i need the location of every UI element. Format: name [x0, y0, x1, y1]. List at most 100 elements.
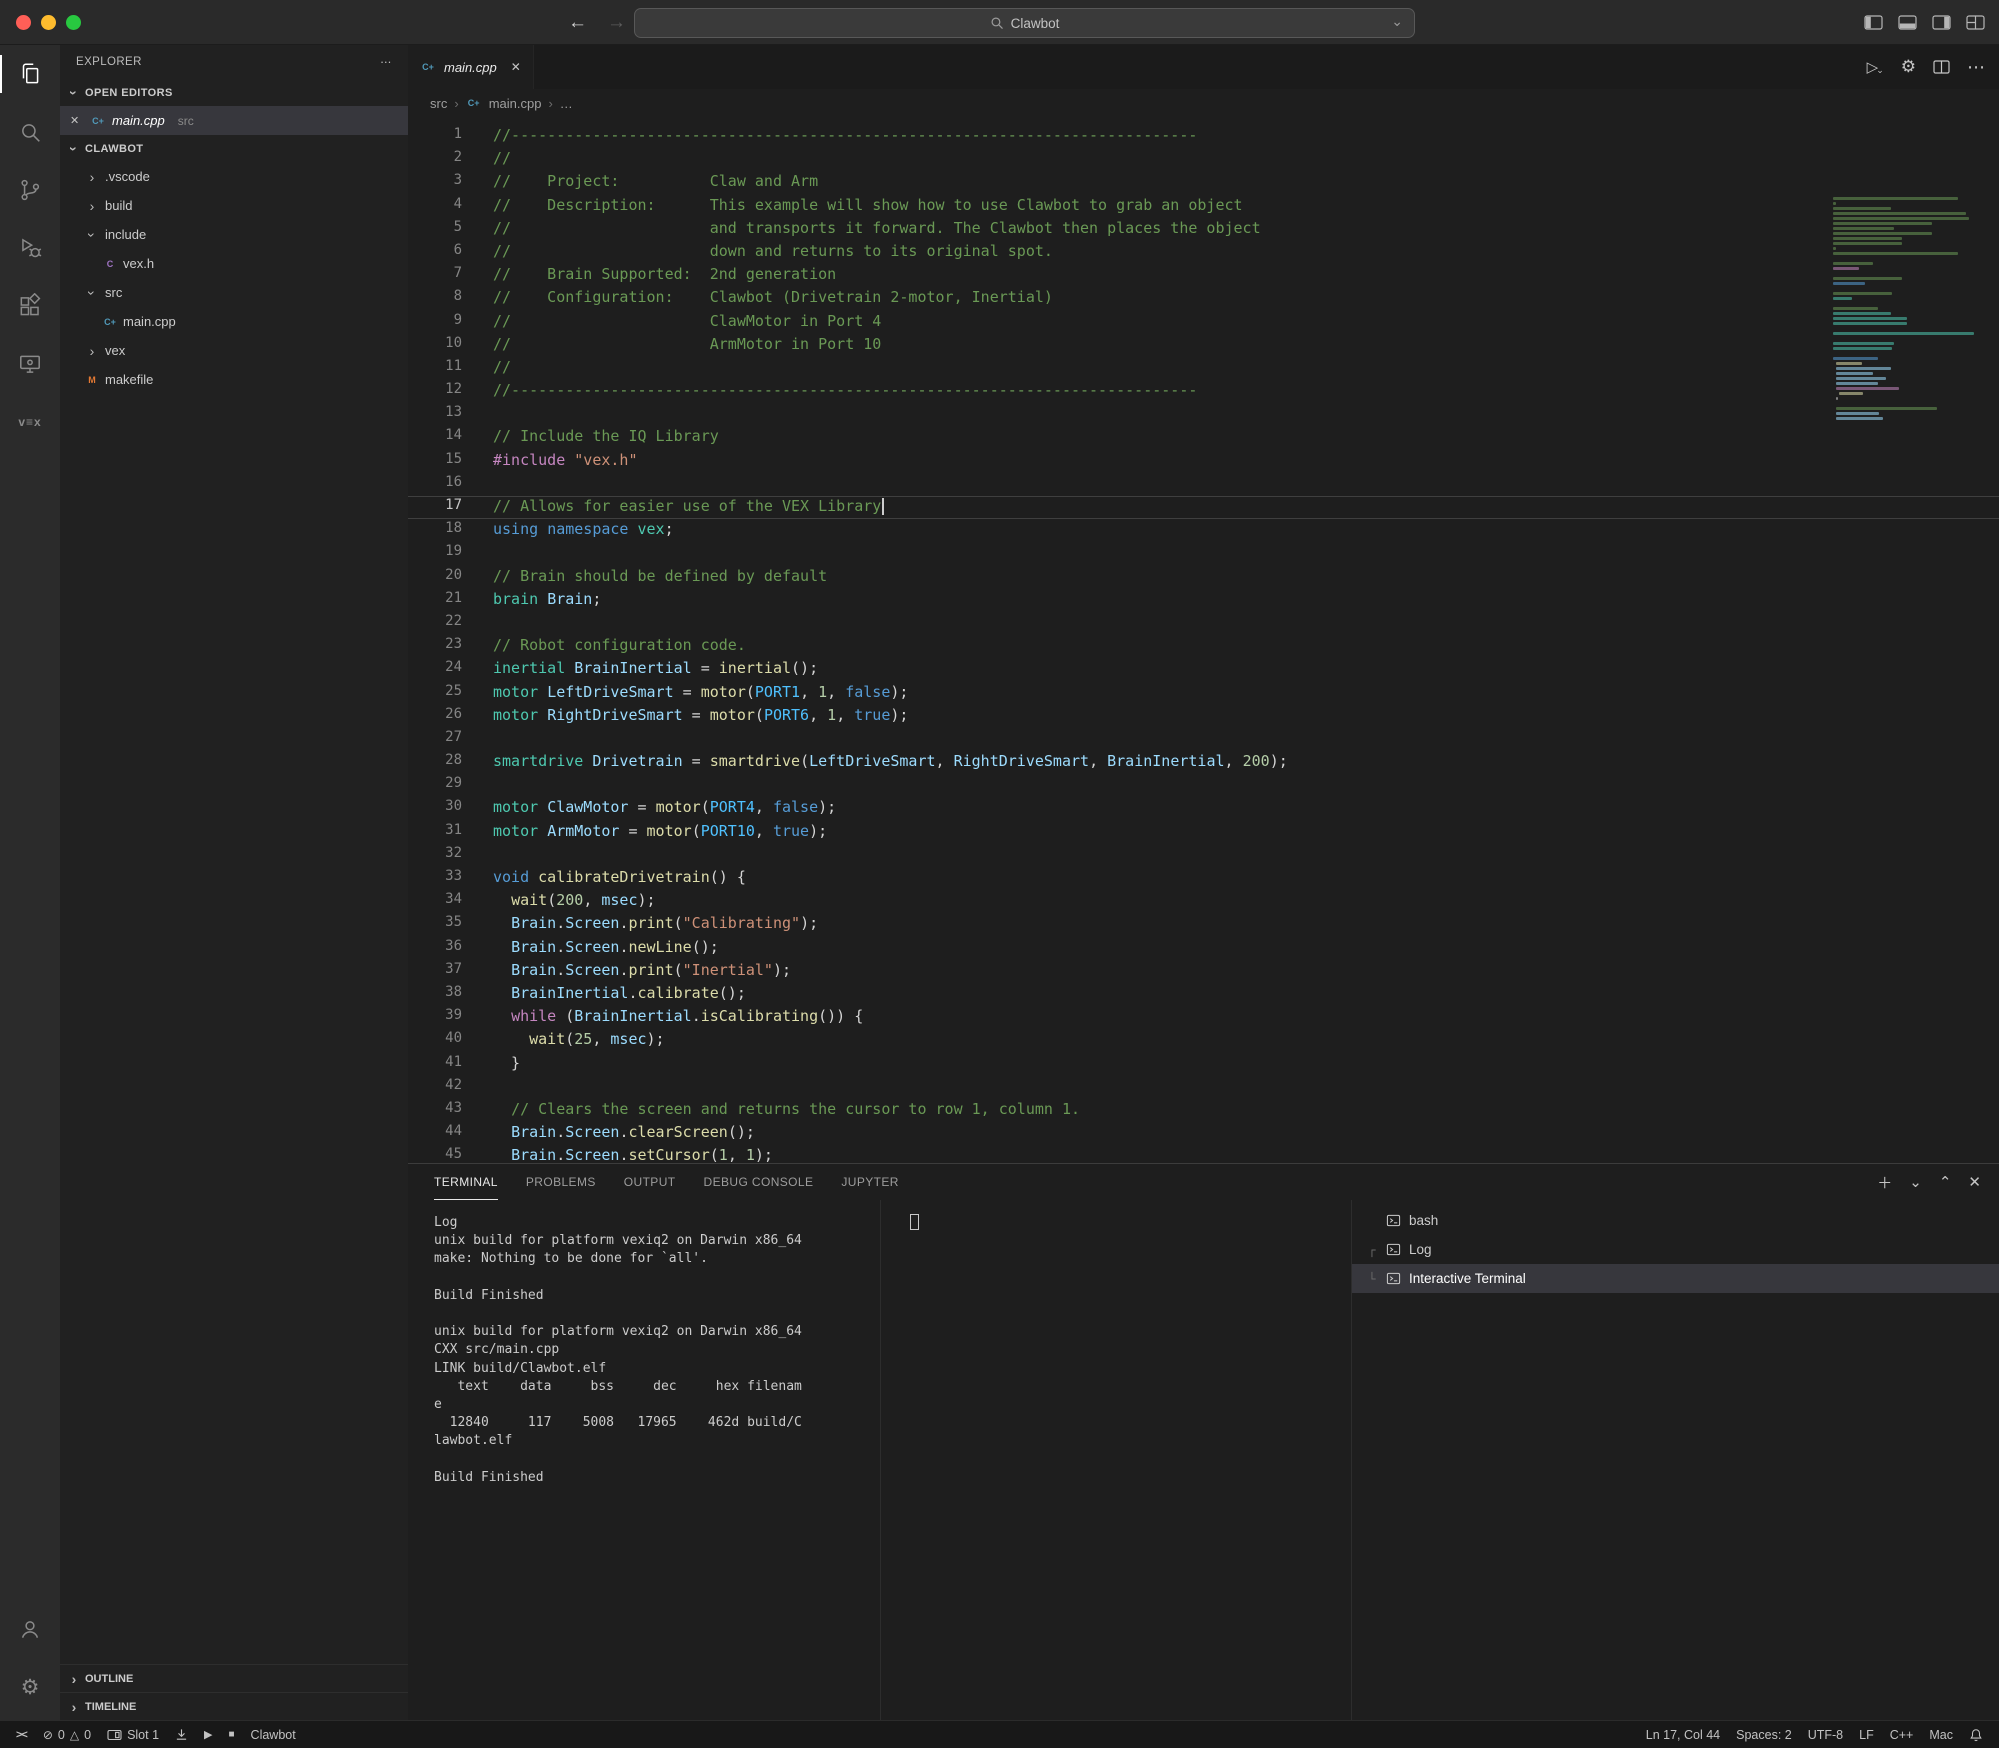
code-line[interactable]: 30 motor ClawMotor = motor(PORT4, false);	[408, 797, 1999, 820]
line-number[interactable]: 13	[408, 404, 462, 425]
stop-button[interactable]: ■	[221, 1721, 243, 1748]
line-number[interactable]: 18	[408, 520, 462, 541]
minimap[interactable]	[1833, 197, 1993, 422]
line-number[interactable]: 4	[408, 196, 462, 217]
code-editor[interactable]: 1 //-------------------------------------…	[408, 117, 1999, 1163]
code-line[interactable]: 41 }	[408, 1053, 1999, 1076]
maximize-panel-icon[interactable]: ⌃	[1939, 1173, 1952, 1191]
code-line[interactable]: 27	[408, 728, 1999, 751]
gear-icon[interactable]: ⚙	[1901, 57, 1916, 77]
tree-item-vscode[interactable]: › .vscode	[60, 162, 408, 191]
line-number[interactable]: 28	[408, 752, 462, 773]
code-line[interactable]: 15 #include "vex.h"	[408, 450, 1999, 473]
chevron-down-icon[interactable]: ⌄	[1391, 13, 1403, 30]
line-number[interactable]: 19	[408, 543, 462, 564]
line-number[interactable]: 15	[408, 451, 462, 472]
minimize-window-button[interactable]	[41, 15, 56, 30]
tab-main-cpp[interactable]: C+ main.cpp ✕	[408, 45, 534, 89]
code-line[interactable]: 17// Allows for easier use of the VEX Li…	[408, 496, 1999, 520]
breadcrumb-src[interactable]: src	[430, 96, 447, 111]
code-line[interactable]: 33 void calibrateDrivetrain() {	[408, 867, 1999, 890]
line-number[interactable]: 21	[408, 590, 462, 611]
tree-item-src[interactable]: › src	[60, 278, 408, 307]
close-icon[interactable]: ✕	[70, 114, 84, 127]
code-line[interactable]: 11 //	[408, 357, 1999, 380]
code-line[interactable]: 42	[408, 1076, 1999, 1099]
platform-indicator[interactable]: Mac	[1921, 1721, 1961, 1748]
outline-section[interactable]: › OUTLINE	[60, 1664, 408, 1692]
open-editor-main-cpp[interactable]: ✕ C+ main.cpp src	[60, 106, 408, 135]
line-number[interactable]: 22	[408, 613, 462, 634]
code-line[interactable]: 29	[408, 774, 1999, 797]
line-number[interactable]: 20	[408, 567, 462, 588]
problems-status[interactable]: ⊘ 0 △ 0	[35, 1721, 99, 1748]
line-number[interactable]: 25	[408, 683, 462, 704]
code-line[interactable]: 37 Brain.Screen.print("Inertial");	[408, 960, 1999, 983]
line-number[interactable]: 30	[408, 798, 462, 819]
close-panel-icon[interactable]: ✕	[1968, 1173, 1981, 1191]
panel-tab-output[interactable]: OUTPUT	[624, 1164, 676, 1200]
notifications-button[interactable]	[1961, 1721, 1991, 1748]
run-file-button[interactable]: ▷ ⌄	[1867, 58, 1884, 76]
panel-tab-problems[interactable]: PROBLEMS	[526, 1164, 596, 1200]
line-number[interactable]: 10	[408, 335, 462, 356]
code-line[interactable]: 2 //	[408, 148, 1999, 171]
code-line[interactable]: 1 //-------------------------------------…	[408, 125, 1999, 148]
line-number[interactable]: 3	[408, 172, 462, 193]
toggle-sidebar-icon[interactable]	[1864, 15, 1883, 30]
tree-item-makefile[interactable]: Mmakefile	[60, 365, 408, 394]
tree-item-include[interactable]: › include	[60, 220, 408, 249]
folder-section-header[interactable]: › CLAWBOT	[60, 135, 408, 162]
interactive-terminal-pane[interactable]	[880, 1200, 1351, 1720]
eol-sequence[interactable]: LF	[1851, 1721, 1882, 1748]
code-line[interactable]: 8 // Configuration: Clawbot (Drivetrain 2…	[408, 287, 1999, 310]
code-line[interactable]: 45 Brain.Screen.setCursor(1, 1);	[408, 1145, 1999, 1163]
split-editor-icon[interactable]	[1933, 60, 1950, 74]
code-line[interactable]: 18 using namespace vex;	[408, 519, 1999, 542]
activity-account[interactable]	[0, 1600, 60, 1658]
line-number[interactable]: 44	[408, 1123, 462, 1144]
activity-extensions[interactable]	[0, 277, 60, 335]
line-number[interactable]: 9	[408, 312, 462, 333]
toggle-secondary-sidebar-icon[interactable]	[1932, 15, 1951, 30]
close-tab-icon[interactable]: ✕	[511, 60, 521, 74]
code-line[interactable]: 28 smartdrive Drivetrain = smartdrive(Lef…	[408, 751, 1999, 774]
line-number[interactable]: 36	[408, 938, 462, 959]
code-line[interactable]: 13	[408, 403, 1999, 426]
code-line[interactable]: 24 inertial BrainInertial = inertial();	[408, 658, 1999, 681]
code-line[interactable]: 12 //------------------------------------…	[408, 380, 1999, 403]
tree-item-build[interactable]: › build	[60, 191, 408, 220]
activity-search[interactable]	[0, 103, 60, 161]
panel-tab-terminal[interactable]: TERMINAL	[434, 1164, 498, 1200]
line-number[interactable]: 43	[408, 1100, 462, 1121]
zoom-window-button[interactable]	[66, 15, 81, 30]
project-name[interactable]: Clawbot	[243, 1721, 304, 1748]
line-number[interactable]: 16	[408, 474, 462, 495]
code-line[interactable]: 26 motor RightDriveSmart = motor(PORT6, 1…	[408, 705, 1999, 728]
code-line[interactable]: 35 Brain.Screen.print("Calibrating");	[408, 913, 1999, 936]
line-number[interactable]: 42	[408, 1077, 462, 1098]
line-number[interactable]: 33	[408, 868, 462, 889]
line-number[interactable]: 39	[408, 1007, 462, 1028]
line-number[interactable]: 17	[408, 497, 462, 518]
cursor-position[interactable]: Ln 17, Col 44	[1638, 1721, 1728, 1748]
line-number[interactable]: 29	[408, 775, 462, 796]
line-number[interactable]: 7	[408, 265, 462, 286]
code-line[interactable]: 32	[408, 844, 1999, 867]
code-line[interactable]: 5 // and transports it forward. The Clawb…	[408, 218, 1999, 241]
line-number[interactable]: 45	[408, 1146, 462, 1163]
line-number[interactable]: 32	[408, 845, 462, 866]
code-line[interactable]: 34 wait(200, msec);	[408, 890, 1999, 913]
play-button[interactable]: ▶	[196, 1721, 220, 1748]
code-line[interactable]: 7 // Brain Supported: 2nd generation	[408, 264, 1999, 287]
toggle-panel-icon[interactable]	[1898, 15, 1917, 30]
indentation[interactable]: Spaces: 2	[1728, 1721, 1800, 1748]
download-button[interactable]	[167, 1721, 196, 1748]
new-terminal-icon[interactable]: ＋	[1877, 1172, 1892, 1193]
more-actions-icon[interactable]: ⋯	[1967, 57, 1985, 78]
line-number[interactable]: 40	[408, 1030, 462, 1051]
navigate-forward-icon[interactable]: →	[607, 12, 626, 34]
terminal-list-item-log[interactable]: ┌ Log	[1352, 1235, 1999, 1264]
line-number[interactable]: 23	[408, 636, 462, 657]
code-line[interactable]: 10 // ArmMotor in Port 10	[408, 334, 1999, 357]
